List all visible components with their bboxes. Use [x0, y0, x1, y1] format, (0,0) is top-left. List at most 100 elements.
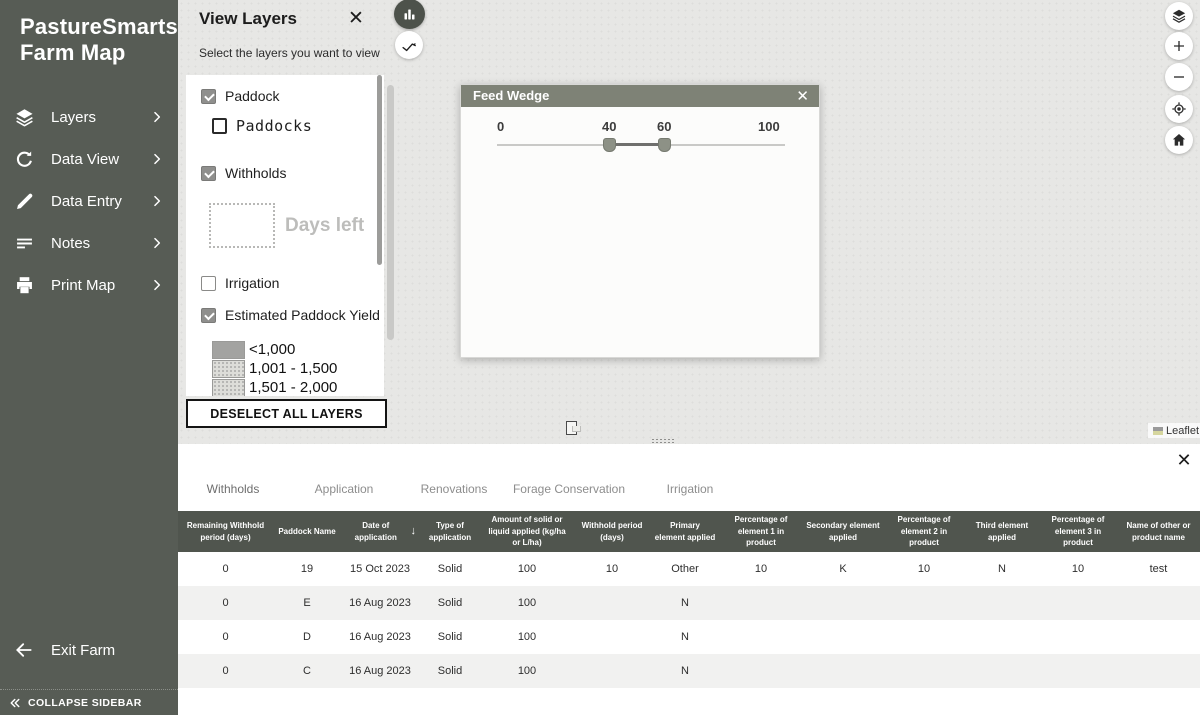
- column-header-label: Date of application: [344, 520, 408, 543]
- bar-chart-icon[interactable]: [394, 0, 425, 29]
- panel-drag-handle[interactable]: [651, 438, 675, 444]
- logo-line1: PastureSmarts: [20, 14, 178, 40]
- slider-handle-high[interactable]: [658, 138, 671, 152]
- layer-label: Irrigation: [225, 275, 279, 291]
- sidebar-item-data-entry[interactable]: Data Entry: [0, 180, 178, 222]
- column-header[interactable]: Percentage of element 1 in product: [719, 511, 803, 552]
- collapse-sidebar-label: COLLAPSE SIDEBAR: [28, 697, 142, 709]
- notes-icon: [14, 233, 35, 254]
- table-cell: K: [803, 552, 883, 586]
- tab-label: Renovations: [421, 482, 488, 496]
- map-control-layers[interactable]: [1165, 2, 1193, 30]
- table-row[interactable]: 0D16 Aug 2023Solid100N: [178, 620, 1200, 654]
- column-header[interactable]: Primary element applied: [651, 511, 719, 552]
- slider-low-label: 40: [602, 119, 616, 134]
- inner-scrollbar[interactable]: [377, 75, 382, 265]
- deselect-all-layers-button[interactable]: DESELECT ALL LAYERS: [186, 399, 387, 428]
- table-cell: [719, 620, 803, 654]
- checkbox-icon: [201, 89, 216, 104]
- layer-checkbox-paddocks[interactable]: Paddocks: [212, 117, 312, 135]
- layer-label: Withholds: [225, 165, 286, 181]
- map-control-locate[interactable]: [1165, 95, 1193, 123]
- leaflet-attribution[interactable]: Leaflet: [1148, 423, 1200, 438]
- sidebar-item-label: Layers: [51, 109, 150, 126]
- chevron-right-icon: [150, 110, 164, 124]
- tab-label: Withholds: [207, 482, 260, 496]
- table-cell: [965, 620, 1039, 654]
- column-header[interactable]: Third element applied: [965, 511, 1039, 552]
- column-header-label: Percentage of element 3 in product: [1042, 514, 1114, 549]
- locate-icon: [1171, 101, 1187, 117]
- panel-scrollbar[interactable]: [387, 85, 394, 340]
- layer-checkbox-irrigation[interactable]: Irrigation: [201, 275, 279, 291]
- table-row[interactable]: 0C16 Aug 2023Solid100N: [178, 654, 1200, 688]
- tab-irrigation[interactable]: Irrigation: [630, 474, 750, 511]
- table-cell: 100: [481, 654, 573, 688]
- days-left-label: Days left: [285, 215, 364, 237]
- table-cell: N: [651, 620, 719, 654]
- slider-min-label: 0: [497, 119, 504, 134]
- table-cell: 0: [178, 654, 273, 688]
- days-left-swatch: [209, 203, 275, 248]
- table-cell: C: [273, 654, 341, 688]
- view-layers-subtitle: Select the layers you want to view: [199, 46, 380, 60]
- table-row[interactable]: 01915 Oct 2023Solid10010Other10K10N10tes…: [178, 552, 1200, 586]
- tab-forage-conservation[interactable]: Forage Conservation: [508, 474, 630, 511]
- collapse-sidebar-button[interactable]: COLLAPSE SIDEBAR: [0, 689, 178, 715]
- chevron-right-icon: [150, 236, 164, 250]
- checkbox-icon: [201, 276, 216, 291]
- sort-descending-icon[interactable]: ↓: [411, 524, 417, 540]
- column-header[interactable]: Type of application: [419, 511, 481, 552]
- table-row[interactable]: 0E16 Aug 2023Solid100N: [178, 586, 1200, 620]
- sidebar-item-print-map[interactable]: Print Map: [0, 264, 178, 306]
- arrow-left-icon: [14, 640, 34, 660]
- map-control-home[interactable]: [1165, 126, 1193, 154]
- layer-checkbox-estimated-paddock-yield[interactable]: Estimated Paddock Yield: [201, 307, 380, 323]
- sidebar-item-data-view[interactable]: Data View: [0, 138, 178, 180]
- sidebar-item-notes[interactable]: Notes: [0, 222, 178, 264]
- table-cell: [965, 586, 1039, 620]
- sidebar-item-exit-farm[interactable]: Exit Farm: [0, 632, 178, 668]
- leaflet-flag-icon: [1153, 427, 1163, 435]
- column-header-label: Primary element applied: [654, 520, 716, 543]
- column-header[interactable]: Withhold period (days): [573, 511, 651, 552]
- layer-checkbox-withholds[interactable]: Withholds: [201, 165, 286, 181]
- column-header[interactable]: Date of application↓: [341, 511, 419, 552]
- column-header[interactable]: Percentage of element 3 in product: [1039, 511, 1117, 552]
- sidebar-item-label: Notes: [51, 235, 150, 252]
- table-cell: [803, 620, 883, 654]
- sidebar-item-layers[interactable]: Layers: [0, 96, 178, 138]
- leaflet-attribution-label: Leaflet: [1166, 425, 1199, 437]
- column-header[interactable]: Secondary element applied: [803, 511, 883, 552]
- table-tabs: Withholds Application Renovations Forage Co…: [178, 474, 750, 511]
- table-body: 01915 Oct 2023Solid10010Other10K10N10tes…: [178, 552, 1200, 688]
- close-icon[interactable]: ✕: [345, 8, 367, 30]
- yield-legend-label: <1,000: [249, 341, 295, 358]
- table-cell: [965, 654, 1039, 688]
- slider-handle-low[interactable]: [603, 138, 616, 152]
- trend-line-icon[interactable]: [395, 31, 423, 59]
- chevron-right-icon: [150, 152, 164, 166]
- table-cell: Solid: [419, 620, 481, 654]
- tab-renovations[interactable]: Renovations: [400, 474, 508, 511]
- slider-high-label: 60: [657, 119, 671, 134]
- column-header[interactable]: Name of other or product name: [1117, 511, 1200, 552]
- checkbox-icon: [212, 118, 227, 134]
- column-header[interactable]: Amount of solid or liquid applied (kg/ha…: [481, 511, 573, 552]
- printer-icon: [14, 275, 35, 296]
- map-control-zoom-out[interactable]: [1165, 63, 1193, 91]
- column-header[interactable]: Remaining Withhold period (days): [178, 511, 273, 552]
- column-header[interactable]: Paddock Name: [273, 511, 341, 552]
- tab-withholds[interactable]: Withholds: [178, 474, 288, 511]
- close-icon[interactable]: ✕: [1174, 450, 1194, 470]
- table-cell: [803, 654, 883, 688]
- table-cell: 19: [273, 552, 341, 586]
- map-control-zoom-in[interactable]: [1165, 32, 1193, 60]
- column-header[interactable]: Percentage of element 2 in product: [883, 511, 965, 552]
- tab-application[interactable]: Application: [288, 474, 400, 511]
- checkbox-icon: [201, 166, 216, 181]
- table-cell: test: [1117, 552, 1200, 586]
- layer-checkbox-paddock[interactable]: Paddock: [201, 88, 279, 104]
- close-icon[interactable]: ✕: [796, 87, 809, 105]
- checkbox-icon: [201, 308, 216, 323]
